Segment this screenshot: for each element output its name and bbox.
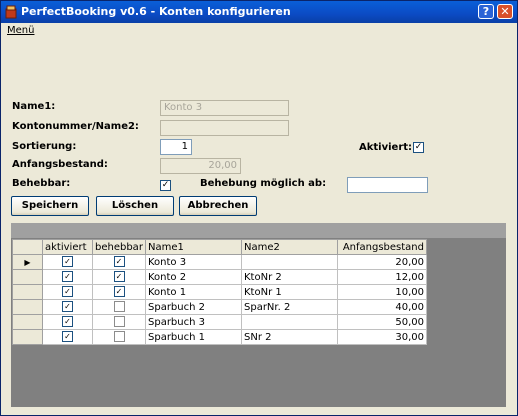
table-row[interactable]: ✓ ✓ Konto 1 KtoNr 1 10,00 bbox=[12, 284, 427, 300]
anfangsbestand-field[interactable]: 20,00 bbox=[160, 158, 241, 174]
behebbar-checkbox[interactable] bbox=[113, 316, 125, 328]
cell-aktiviert[interactable]: ✓ bbox=[42, 269, 93, 285]
aktiviert-checkbox[interactable]: ✓ bbox=[62, 301, 73, 313]
cell-name1[interactable]: Konto 2 bbox=[145, 269, 242, 285]
accounts-table[interactable]: aktiviert behebbar Name1 Name2 Anfangsbe… bbox=[12, 239, 427, 345]
column-header-anfangsbestand[interactable]: Anfangsbestand bbox=[337, 239, 427, 255]
row-selector[interactable] bbox=[12, 329, 43, 345]
behebbar-checkbox[interactable]: ✓ bbox=[113, 271, 125, 283]
cancel-button[interactable]: Abbrechen bbox=[179, 196, 257, 216]
main-window: PerfectBooking v0.6 - Konten konfigurier… bbox=[0, 0, 518, 416]
window-title: PerfectBooking v0.6 - Konten konfigurier… bbox=[21, 5, 291, 18]
name1-label: Name1: bbox=[12, 101, 56, 112]
behebbar-checkbox[interactable]: ✓ bbox=[113, 286, 125, 298]
check-icon: ✓ bbox=[414, 142, 423, 152]
cell-name1[interactable]: Sparbuch 1 bbox=[145, 329, 242, 345]
cell-name1[interactable]: Konto 3 bbox=[145, 254, 242, 270]
sortierung-label: Sortierung: bbox=[12, 141, 77, 152]
aktiviert-checkbox[interactable]: ✓ bbox=[62, 271, 73, 283]
grid-caption-bar bbox=[11, 223, 506, 238]
cell-anfangsbestand[interactable]: 12,00 bbox=[337, 269, 427, 285]
cell-anfangsbestand[interactable]: 40,00 bbox=[337, 299, 427, 315]
row-selector[interactable] bbox=[12, 299, 43, 315]
accounts-grid-panel: aktiviert behebbar Name1 Name2 Anfangsbe… bbox=[11, 223, 506, 407]
behebung-label: Behebung möglich ab: bbox=[200, 178, 327, 189]
aktiviert-checkbox[interactable]: ✓ bbox=[62, 256, 73, 268]
cell-name1[interactable]: Sparbuch 2 bbox=[145, 299, 242, 315]
delete-button[interactable]: Löschen bbox=[96, 196, 174, 216]
aktiviert-checkbox[interactable]: ✓ bbox=[62, 331, 73, 343]
table-row[interactable]: ✓ Sparbuch 1 SNr 2 30,00 bbox=[12, 329, 427, 345]
kontonummer-label: Kontonummer/Name2: bbox=[12, 121, 139, 132]
table-row[interactable]: ▶ ✓ ✓ Konto 3 20,00 bbox=[12, 254, 427, 270]
cell-name2[interactable]: KtoNr 1 bbox=[241, 284, 338, 300]
column-header-aktiviert[interactable]: aktiviert bbox=[42, 239, 93, 255]
close-button[interactable]: ✕ bbox=[497, 4, 513, 19]
aktiviert-checkbox[interactable]: ✓ bbox=[413, 142, 424, 153]
column-header-name1[interactable]: Name1 bbox=[145, 239, 242, 255]
check-icon: ✓ bbox=[161, 180, 170, 190]
aktiviert-checkbox[interactable]: ✓ bbox=[62, 316, 73, 328]
title-bar[interactable]: PerfectBooking v0.6 - Konten konfigurier… bbox=[1, 1, 517, 23]
cell-aktiviert[interactable]: ✓ bbox=[42, 314, 93, 330]
app-icon bbox=[5, 5, 17, 19]
behebbar-checkbox[interactable] bbox=[113, 301, 125, 313]
table-row[interactable]: ✓ Sparbuch 3 50,00 bbox=[12, 314, 427, 330]
menu-bar: Menü bbox=[1, 23, 517, 39]
save-button[interactable]: Speichern bbox=[11, 196, 89, 216]
sortierung-field[interactable]: 1 bbox=[160, 139, 192, 155]
kontonummer-field[interactable] bbox=[160, 120, 289, 136]
aktiviert-checkbox[interactable]: ✓ bbox=[62, 286, 73, 298]
cell-name2[interactable] bbox=[241, 314, 338, 330]
behebbar-checkbox[interactable]: ✓ bbox=[113, 256, 125, 268]
cell-anfangsbestand[interactable]: 20,00 bbox=[337, 254, 427, 270]
menu-item-menu[interactable]: Menü bbox=[7, 25, 34, 36]
name1-field[interactable]: Konto 3 bbox=[160, 100, 289, 116]
cell-aktiviert[interactable]: ✓ bbox=[42, 254, 93, 270]
row-selector[interactable]: ▶ bbox=[12, 254, 43, 270]
cell-name2[interactable]: SNr 2 bbox=[241, 329, 338, 345]
row-selector[interactable] bbox=[12, 269, 43, 285]
help-button[interactable]: ? bbox=[478, 4, 494, 19]
cell-behebbar[interactable] bbox=[92, 299, 146, 315]
table-row[interactable]: ✓ Sparbuch 2 SparNr. 2 40,00 bbox=[12, 299, 427, 315]
row-selector[interactable] bbox=[12, 314, 43, 330]
table-header-row: aktiviert behebbar Name1 Name2 Anfangsbe… bbox=[12, 239, 427, 255]
menu-label: Menü bbox=[7, 25, 35, 36]
behebbar-label: Behebbar: bbox=[12, 178, 71, 189]
cell-aktiviert[interactable]: ✓ bbox=[42, 284, 93, 300]
cell-name2[interactable]: KtoNr 2 bbox=[241, 269, 338, 285]
column-header-name2[interactable]: Name2 bbox=[241, 239, 338, 255]
cell-aktiviert[interactable]: ✓ bbox=[42, 329, 93, 345]
cell-aktiviert[interactable]: ✓ bbox=[42, 299, 93, 315]
cell-behebbar[interactable]: ✓ bbox=[92, 254, 146, 270]
cell-anfangsbestand[interactable]: 30,00 bbox=[337, 329, 427, 345]
cell-name1[interactable]: Sparbuch 3 bbox=[145, 314, 242, 330]
cell-name2[interactable] bbox=[241, 254, 338, 270]
cell-behebbar[interactable]: ✓ bbox=[92, 284, 146, 300]
row-selector[interactable] bbox=[12, 284, 43, 300]
cell-anfangsbestand[interactable]: 50,00 bbox=[337, 314, 427, 330]
behebbar-checkbox[interactable] bbox=[113, 331, 125, 343]
column-header-behebbar[interactable]: behebbar bbox=[92, 239, 146, 255]
table-row[interactable]: ✓ ✓ Konto 2 KtoNr 2 12,00 bbox=[12, 269, 427, 285]
cell-name2[interactable]: SparNr. 2 bbox=[241, 299, 338, 315]
behebbar-checkbox[interactable]: ✓ bbox=[160, 180, 171, 191]
cell-behebbar[interactable] bbox=[92, 329, 146, 345]
behebung-field[interactable] bbox=[347, 177, 428, 193]
cell-behebbar[interactable]: ✓ bbox=[92, 269, 146, 285]
cell-name1[interactable]: Konto 1 bbox=[145, 284, 242, 300]
row-header-corner bbox=[12, 239, 43, 255]
cell-anfangsbestand[interactable]: 10,00 bbox=[337, 284, 427, 300]
cell-behebbar[interactable] bbox=[92, 314, 146, 330]
anfangsbestand-label: Anfangsbestand: bbox=[12, 159, 108, 170]
aktiviert-label: Aktiviert: bbox=[359, 142, 413, 153]
